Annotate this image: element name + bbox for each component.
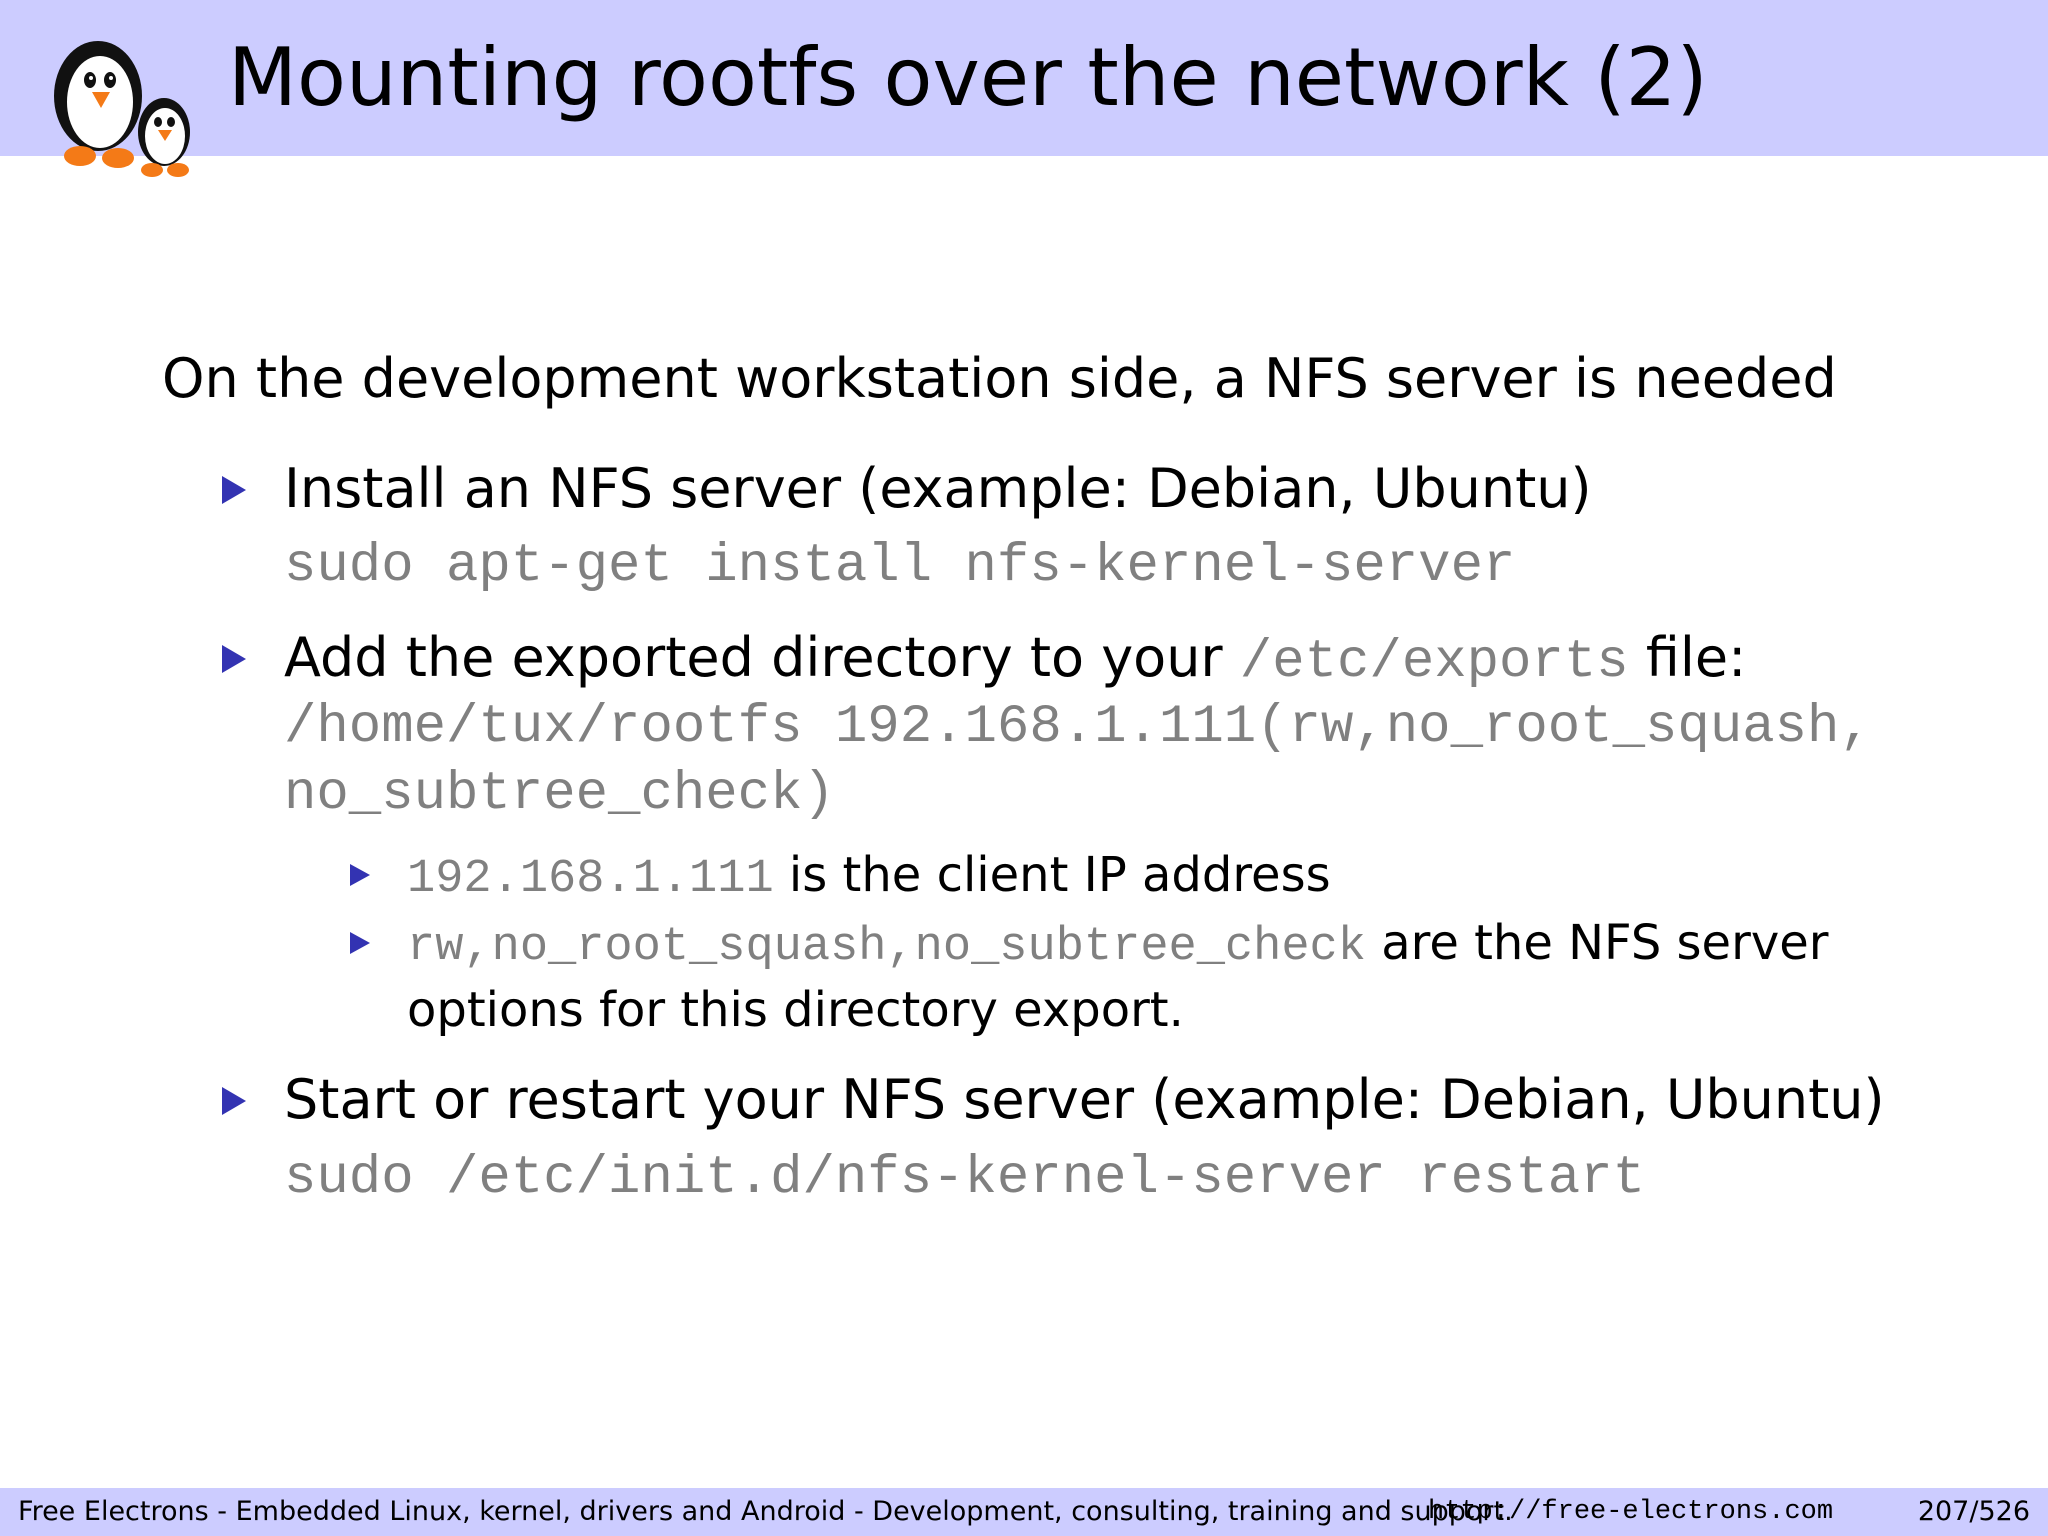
slide-footer: Free Electrons - Embedded Linux, kernel,… xyxy=(0,1488,2048,1536)
nfs-options-text: are the NFS server xyxy=(1365,915,1829,971)
bullet-triangle-icon xyxy=(222,1087,246,1115)
subitem-client-ip: 192.168.1.111 is the client IP address xyxy=(407,845,1331,910)
bullet-triangle-icon xyxy=(350,864,370,886)
intro-text: On the development workstation side, a N… xyxy=(162,347,1837,410)
code-export-line2: no_subtree_check) xyxy=(284,764,835,825)
slide-title: Mounting rootfs over the network (2) xyxy=(228,31,1708,124)
item-add-export-suffix: file: xyxy=(1628,626,1747,689)
subitem-nfs-options: rw,no_root_squash,no_subtree_check are t… xyxy=(407,913,1828,978)
item-restart-nfs: Start or restart your NFS server (exampl… xyxy=(284,1068,1885,1131)
bullet-triangle-icon xyxy=(350,932,370,954)
code-install-nfs: sudo apt-get install nfs-kernel-server xyxy=(284,536,1516,597)
item-add-export-text: Add the exported directory to your xyxy=(284,626,1240,689)
page-number: 207/526 xyxy=(1917,1496,2030,1527)
client-ip-code: 192.168.1.111 xyxy=(407,853,774,906)
item-install-nfs: Install an NFS server (example: Debian, … xyxy=(284,457,1592,520)
nfs-options-continuation: options for this directory export. xyxy=(407,982,1184,1038)
client-ip-text: is the client IP address xyxy=(773,847,1331,903)
item-add-export: Add the exported directory to your /etc/… xyxy=(284,624,1746,697)
exports-path: /etc/exports xyxy=(1239,632,1629,693)
footer-text: Free Electrons - Embedded Linux, kernel,… xyxy=(18,1496,1513,1527)
nfs-options-code: rw,no_root_squash,no_subtree_check xyxy=(407,921,1366,974)
bullet-triangle-icon xyxy=(222,645,246,673)
code-restart-nfs: sudo /etc/init.d/nfs-kernel-server resta… xyxy=(284,1148,1646,1209)
code-export-line1: /home/tux/rootfs 192.168.1.111(rw,no_roo… xyxy=(284,697,1872,758)
penguins-logo-icon xyxy=(54,41,190,177)
bullet-triangle-icon xyxy=(222,476,246,504)
footer-url-link[interactable]: http://free-electrons.com xyxy=(1428,1488,1833,1536)
